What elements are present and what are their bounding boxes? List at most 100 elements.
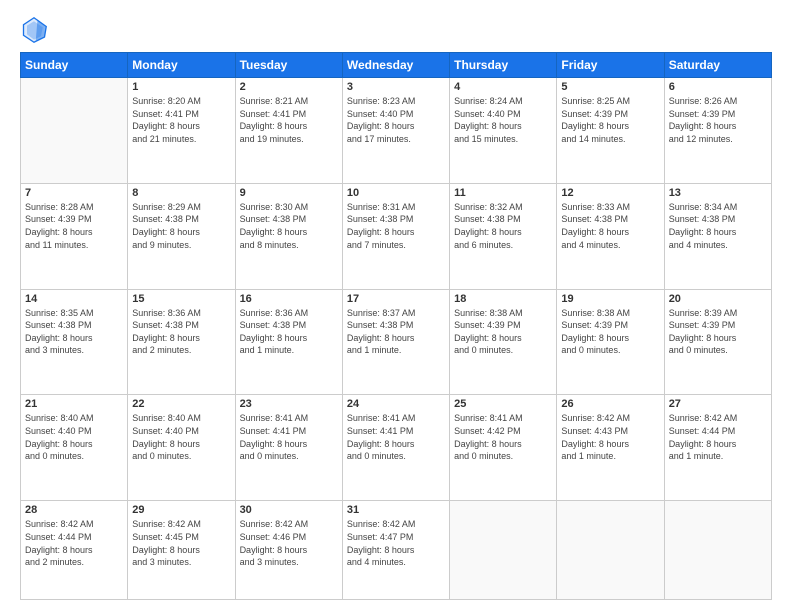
calendar-cell: 9 Sunrise: 8:30 AMSunset: 4:38 PMDaylight…: [235, 183, 342, 289]
day-info: Sunrise: 8:36 AMSunset: 4:38 PMDaylight:…: [132, 307, 230, 357]
calendar-cell: 7 Sunrise: 8:28 AMSunset: 4:39 PMDaylight…: [21, 183, 128, 289]
day-info: Sunrise: 8:30 AMSunset: 4:38 PMDaylight:…: [240, 201, 338, 251]
day-number: 12: [561, 187, 659, 199]
day-number: 26: [561, 398, 659, 410]
day-info: Sunrise: 8:40 AMSunset: 4:40 PMDaylight:…: [25, 412, 123, 462]
day-number: 17: [347, 293, 445, 305]
calendar-cell: 27 Sunrise: 8:42 AMSunset: 4:44 PMDayligh…: [664, 395, 771, 501]
col-header-friday: Friday: [557, 53, 664, 78]
calendar-cell: 5 Sunrise: 8:25 AMSunset: 4:39 PMDaylight…: [557, 78, 664, 184]
col-header-tuesday: Tuesday: [235, 53, 342, 78]
day-number: 24: [347, 398, 445, 410]
calendar-cell: 10Sunrise: 8:31 AMSunset: 4:38 PMDayligh…: [342, 183, 449, 289]
day-info: Sunrise: 8:41 AMSunset: 4:42 PMDaylight:…: [454, 412, 552, 462]
day-info: Sunrise: 8:21 AMSunset: 4:41 PMDaylight:…: [240, 95, 338, 145]
day-info: Sunrise: 8:23 AMSunset: 4:40 PMDaylight:…: [347, 95, 445, 145]
day-number: 6: [669, 81, 767, 93]
day-number: 11: [454, 187, 552, 199]
calendar-cell: 6 Sunrise: 8:26 AMSunset: 4:39 PMDaylight…: [664, 78, 771, 184]
day-number: 1: [132, 81, 230, 93]
calendar-cell: 31 Sunrise: 8:42 AMSunset: 4:47 PMDayligh…: [342, 501, 449, 600]
day-number: 7: [25, 187, 123, 199]
day-info: Sunrise: 8:42 AMSunset: 4:44 PMDaylight:…: [25, 518, 123, 568]
day-info: Sunrise: 8:41 AMSunset: 4:41 PMDaylight:…: [347, 412, 445, 462]
calendar-cell: 17 Sunrise: 8:37 AMSunset: 4:38 PMDayligh…: [342, 289, 449, 395]
calendar-cell: 13Sunrise: 8:34 AMSunset: 4:38 PMDayligh…: [664, 183, 771, 289]
day-number: 27: [669, 398, 767, 410]
day-info: Sunrise: 8:36 AMSunset: 4:38 PMDaylight:…: [240, 307, 338, 357]
day-number: 31: [347, 504, 445, 516]
page: SundayMondayTuesdayWednesdayThursdayFrid…: [0, 0, 792, 612]
day-info: Sunrise: 8:32 AMSunset: 4:38 PMDaylight:…: [454, 201, 552, 251]
day-info: Sunrise: 8:37 AMSunset: 4:38 PMDaylight:…: [347, 307, 445, 357]
calendar-week-4: 21Sunrise: 8:40 AMSunset: 4:40 PMDayligh…: [21, 395, 772, 501]
calendar-cell: [21, 78, 128, 184]
col-header-thursday: Thursday: [450, 53, 557, 78]
day-number: 8: [132, 187, 230, 199]
calendar-cell: 8 Sunrise: 8:29 AMSunset: 4:38 PMDaylight…: [128, 183, 235, 289]
day-number: 25: [454, 398, 552, 410]
calendar-table: SundayMondayTuesdayWednesdayThursdayFrid…: [20, 52, 772, 600]
logo: [20, 16, 52, 44]
calendar-week-1: 1 Sunrise: 8:20 AMSunset: 4:41 PMDaylight…: [21, 78, 772, 184]
day-info: Sunrise: 8:29 AMSunset: 4:38 PMDaylight:…: [132, 201, 230, 251]
calendar-header-row: SundayMondayTuesdayWednesdayThursdayFrid…: [21, 53, 772, 78]
day-info: Sunrise: 8:41 AMSunset: 4:41 PMDaylight:…: [240, 412, 338, 462]
day-info: Sunrise: 8:42 AMSunset: 4:43 PMDaylight:…: [561, 412, 659, 462]
day-info: Sunrise: 8:42 AMSunset: 4:47 PMDaylight:…: [347, 518, 445, 568]
calendar-cell: 24 Sunrise: 8:41 AMSunset: 4:41 PMDayligh…: [342, 395, 449, 501]
logo-icon: [20, 16, 48, 44]
col-header-sunday: Sunday: [21, 53, 128, 78]
calendar-cell: [557, 501, 664, 600]
day-info: Sunrise: 8:28 AMSunset: 4:39 PMDaylight:…: [25, 201, 123, 251]
day-number: 20: [669, 293, 767, 305]
calendar-cell: 19Sunrise: 8:38 AMSunset: 4:39 PMDayligh…: [557, 289, 664, 395]
calendar-cell: 14Sunrise: 8:35 AMSunset: 4:38 PMDayligh…: [21, 289, 128, 395]
day-info: Sunrise: 8:25 AMSunset: 4:39 PMDaylight:…: [561, 95, 659, 145]
calendar-cell: 11 Sunrise: 8:32 AMSunset: 4:38 PMDayligh…: [450, 183, 557, 289]
day-info: Sunrise: 8:42 AMSunset: 4:45 PMDaylight:…: [132, 518, 230, 568]
calendar-cell: 12Sunrise: 8:33 AMSunset: 4:38 PMDayligh…: [557, 183, 664, 289]
day-number: 9: [240, 187, 338, 199]
header: [20, 16, 772, 44]
day-info: Sunrise: 8:24 AMSunset: 4:40 PMDaylight:…: [454, 95, 552, 145]
day-number: 29: [132, 504, 230, 516]
calendar-cell: 23 Sunrise: 8:41 AMSunset: 4:41 PMDayligh…: [235, 395, 342, 501]
day-number: 19: [561, 293, 659, 305]
day-number: 30: [240, 504, 338, 516]
col-header-wednesday: Wednesday: [342, 53, 449, 78]
day-info: Sunrise: 8:20 AMSunset: 4:41 PMDaylight:…: [132, 95, 230, 145]
day-info: Sunrise: 8:42 AMSunset: 4:44 PMDaylight:…: [669, 412, 767, 462]
calendar-cell: 4 Sunrise: 8:24 AMSunset: 4:40 PMDaylight…: [450, 78, 557, 184]
day-info: Sunrise: 8:40 AMSunset: 4:40 PMDaylight:…: [132, 412, 230, 462]
calendar-cell: 25 Sunrise: 8:41 AMSunset: 4:42 PMDayligh…: [450, 395, 557, 501]
calendar-cell: 15Sunrise: 8:36 AMSunset: 4:38 PMDayligh…: [128, 289, 235, 395]
calendar-cell: 29 Sunrise: 8:42 AMSunset: 4:45 PMDayligh…: [128, 501, 235, 600]
day-number: 4: [454, 81, 552, 93]
day-number: 22: [132, 398, 230, 410]
day-number: 3: [347, 81, 445, 93]
calendar-week-2: 7 Sunrise: 8:28 AMSunset: 4:39 PMDaylight…: [21, 183, 772, 289]
day-info: Sunrise: 8:39 AMSunset: 4:39 PMDaylight:…: [669, 307, 767, 357]
calendar-cell: 1 Sunrise: 8:20 AMSunset: 4:41 PMDaylight…: [128, 78, 235, 184]
calendar-cell: 26 Sunrise: 8:42 AMSunset: 4:43 PMDayligh…: [557, 395, 664, 501]
calendar-cell: 28 Sunrise: 8:42 AMSunset: 4:44 PMDayligh…: [21, 501, 128, 600]
calendar-cell: 20 Sunrise: 8:39 AMSunset: 4:39 PMDayligh…: [664, 289, 771, 395]
calendar-cell: 22 Sunrise: 8:40 AMSunset: 4:40 PMDayligh…: [128, 395, 235, 501]
day-info: Sunrise: 8:31 AMSunset: 4:38 PMDaylight:…: [347, 201, 445, 251]
calendar-cell: [450, 501, 557, 600]
day-info: Sunrise: 8:34 AMSunset: 4:38 PMDaylight:…: [669, 201, 767, 251]
day-number: 18: [454, 293, 552, 305]
day-number: 28: [25, 504, 123, 516]
calendar-week-5: 28 Sunrise: 8:42 AMSunset: 4:44 PMDayligh…: [21, 501, 772, 600]
calendar-week-3: 14Sunrise: 8:35 AMSunset: 4:38 PMDayligh…: [21, 289, 772, 395]
day-number: 5: [561, 81, 659, 93]
day-number: 23: [240, 398, 338, 410]
day-number: 14: [25, 293, 123, 305]
day-info: Sunrise: 8:26 AMSunset: 4:39 PMDaylight:…: [669, 95, 767, 145]
calendar-cell: 3 Sunrise: 8:23 AMSunset: 4:40 PMDaylight…: [342, 78, 449, 184]
day-info: Sunrise: 8:38 AMSunset: 4:39 PMDaylight:…: [454, 307, 552, 357]
calendar-cell: 21Sunrise: 8:40 AMSunset: 4:40 PMDayligh…: [21, 395, 128, 501]
calendar-cell: 30Sunrise: 8:42 AMSunset: 4:46 PMDayligh…: [235, 501, 342, 600]
day-number: 2: [240, 81, 338, 93]
